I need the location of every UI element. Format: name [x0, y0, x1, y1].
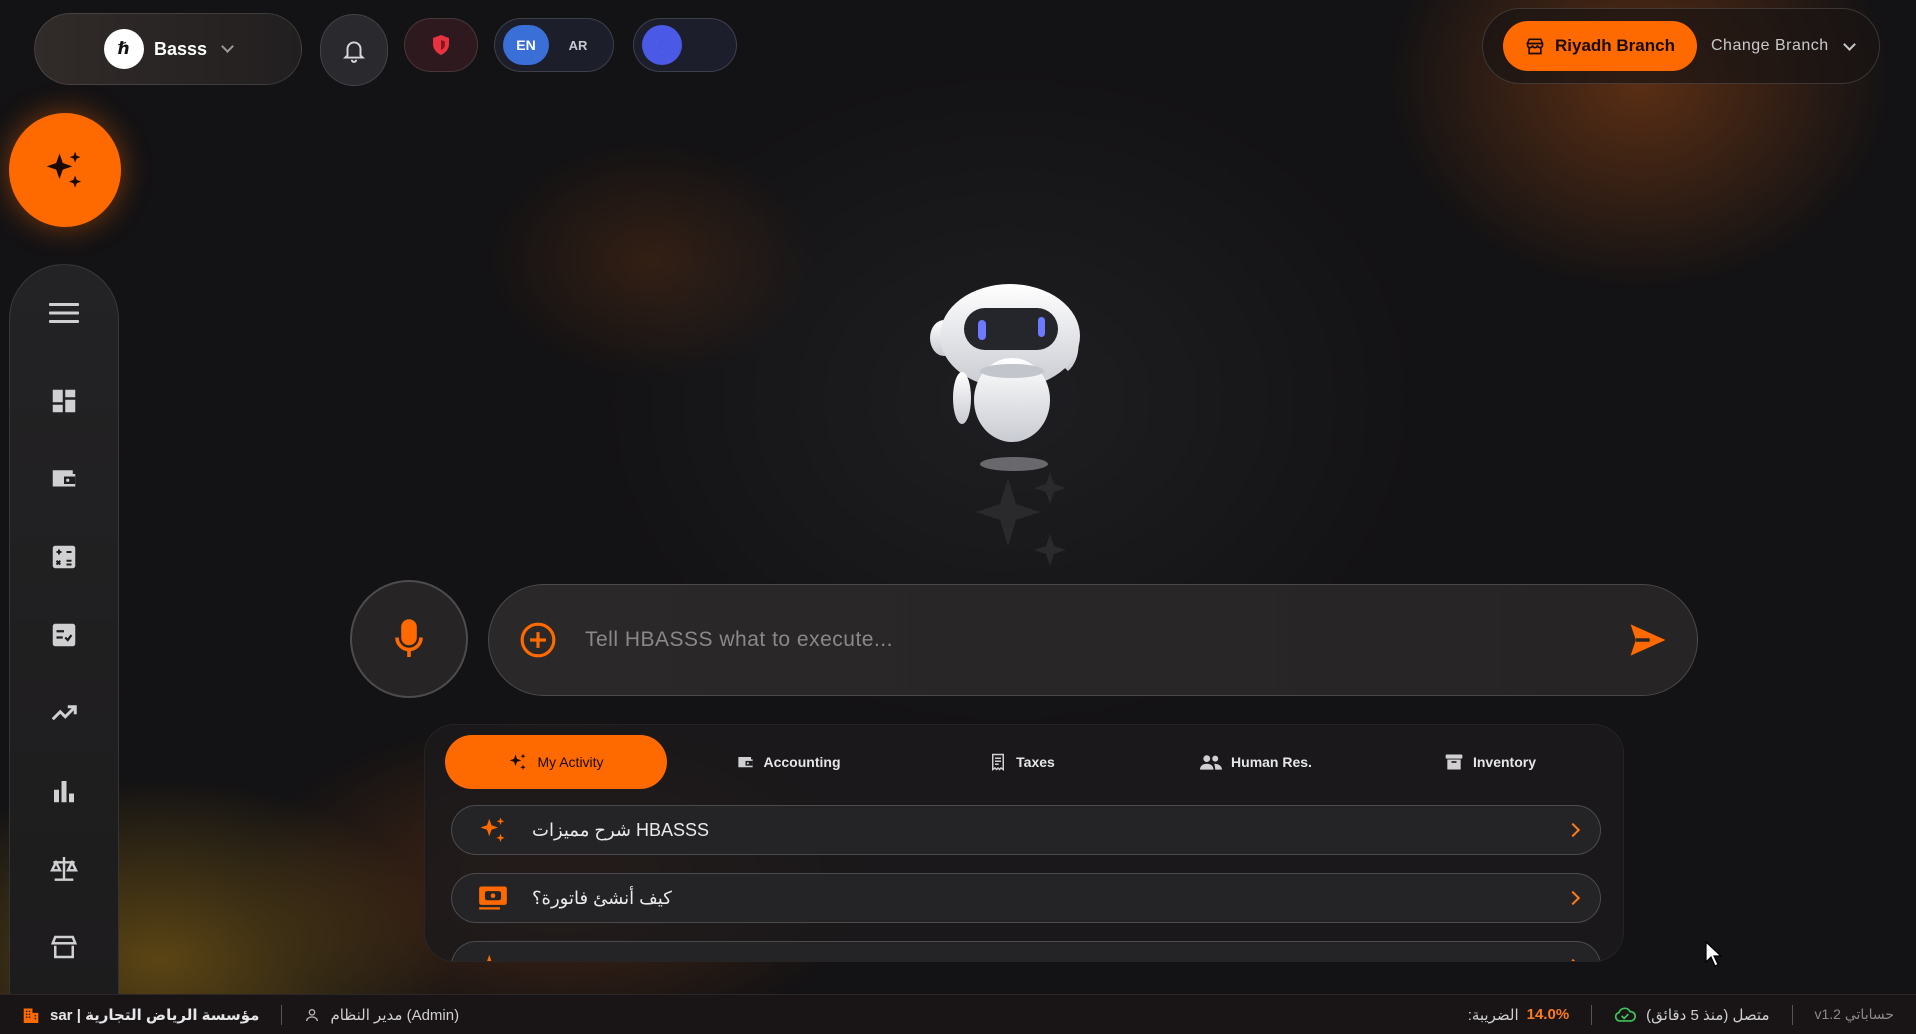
sidebar-item-menu[interactable] [10, 283, 118, 343]
store-icon [50, 935, 78, 959]
chevron-right-icon [1565, 822, 1581, 838]
cloud-check-icon [1615, 1006, 1637, 1022]
sidebar-item-dashboard[interactable] [10, 371, 118, 431]
chevron-down-icon [221, 40, 234, 53]
suggestion-item[interactable]: ... [451, 941, 1601, 962]
mouse-cursor-icon [1705, 940, 1723, 967]
wallet-icon [52, 470, 76, 487]
sparkle-watermark-icon [976, 472, 1066, 566]
sidebar-item-wallet[interactable] [10, 449, 118, 509]
theme-toggle[interactable] [633, 18, 737, 72]
status-bar: sar | مؤسسة الرياض التجارية مدير النظام … [0, 994, 1916, 1034]
archive-icon [1445, 754, 1463, 770]
suggestions-panel: My Activity Accounting Taxes Human Res. … [424, 724, 1624, 962]
invoice-icon [479, 886, 507, 910]
tab-label: My Activity [537, 754, 604, 770]
chevron-right-icon [1565, 890, 1581, 906]
menu-icon [49, 303, 79, 323]
branch-selector: Riyadh Branch Change Branch [1482, 8, 1880, 84]
suggestion-text: ... [532, 956, 1568, 962]
connection-status: متصل (منذ 5 دقائق) [1614, 1006, 1770, 1024]
add-circle-icon[interactable] [519, 621, 557, 659]
moon-icon [642, 25, 682, 65]
tab-label: Accounting [763, 754, 841, 770]
sidebar-item-reports[interactable] [10, 761, 118, 821]
calculator-icon [52, 545, 76, 569]
tab-label: Human Res. [1231, 754, 1312, 770]
divider [1591, 1004, 1593, 1025]
brand-name: Basss [153, 38, 208, 59]
sparkle-icon [46, 151, 82, 188]
sidebar-item-trends[interactable] [10, 683, 118, 743]
shield-icon [433, 35, 449, 55]
tab-my-activity[interactable]: My Activity [445, 735, 667, 789]
company-name: sar | مؤسسة الرياض التجارية [50, 1006, 260, 1024]
voice-input-button[interactable] [350, 580, 468, 698]
robot-mascot-icon [930, 284, 1080, 471]
tab-label: Taxes [1016, 754, 1055, 770]
language-toggle[interactable]: EN AR [494, 18, 614, 72]
ai-assistant-button[interactable] [9, 113, 121, 227]
trending-up-icon [51, 705, 77, 721]
sidebar [9, 264, 119, 1004]
people-icon [1200, 755, 1223, 770]
tax-info: :الضريبة 14.0% [1468, 1006, 1569, 1024]
divider [1791, 1004, 1793, 1025]
sidebar-item-legal[interactable] [10, 839, 118, 899]
brand-logo: ℏ [103, 29, 144, 69]
tab-label: Inventory [1472, 754, 1536, 770]
dashboard-icon [52, 389, 76, 413]
tax-value: 14.0% [1526, 1006, 1570, 1023]
tax-label: :الضريبة [1467, 1006, 1519, 1024]
chevron-right-icon [1565, 958, 1581, 961]
building-icon [23, 1007, 39, 1023]
bell-icon [342, 41, 366, 63]
divider [281, 1004, 283, 1025]
suggestion-item[interactable]: كيف أنشئ فاتورة؟ [451, 873, 1601, 923]
sidebar-item-tasks[interactable] [10, 605, 118, 665]
security-button[interactable] [404, 18, 478, 72]
receipt-icon [992, 753, 1005, 771]
sparkle-icon [480, 817, 505, 842]
user-info: مدير النظام (Admin) [304, 1006, 459, 1024]
tab-inventory[interactable]: Inventory [1373, 735, 1607, 789]
store-icon [1526, 38, 1544, 55]
app-version: v1.2 حساباتي [1814, 1006, 1895, 1022]
suggestion-text: كيف أنشئ فاتورة؟ [532, 887, 672, 908]
tab-accounting[interactable]: Accounting [671, 735, 905, 789]
sidebar-item-store[interactable] [10, 917, 118, 977]
suggestion-item[interactable]: شرح مميزات HBASSS [451, 805, 1601, 855]
lang-en-button[interactable]: EN [503, 25, 549, 65]
lang-ar-button[interactable]: AR [555, 38, 601, 53]
chevron-down-icon [1842, 37, 1856, 51]
wallet-icon [737, 756, 753, 767]
scale-icon [50, 857, 78, 881]
tab-taxes[interactable]: Taxes [905, 735, 1139, 789]
current-branch-label: Riyadh Branch [1555, 36, 1675, 55]
tab-human-resources[interactable]: Human Res. [1139, 735, 1373, 789]
sidebar-item-calculator[interactable] [10, 527, 118, 587]
send-icon[interactable] [1627, 621, 1669, 659]
account-switcher[interactable]: ℏ Basss [34, 13, 302, 85]
prompt-input[interactable] [585, 628, 1627, 652]
connection-text: متصل (منذ 5 دقائق) [1646, 1006, 1770, 1024]
suggestion-text: شرح مميزات HBASSS [532, 819, 710, 840]
change-branch-button[interactable]: Change Branch [1711, 37, 1856, 55]
sparkle-icon [487, 954, 492, 961]
user-role: مدير النظام (Admin) [330, 1006, 460, 1024]
microphone-icon [395, 619, 423, 657]
category-tabs: My Activity Accounting Taxes Human Res. … [445, 735, 1607, 789]
notifications-button[interactable] [320, 14, 388, 86]
sparkle-icon [510, 753, 527, 770]
prompt-bar [488, 584, 1698, 696]
change-branch-label: Change Branch [1711, 37, 1829, 54]
company-info: sar | مؤسسة الرياض التجارية [22, 1006, 259, 1024]
current-branch-button[interactable]: Riyadh Branch [1503, 21, 1697, 71]
checklist-icon [52, 623, 76, 647]
user-icon [306, 1008, 319, 1021]
bar-chart-icon [54, 781, 74, 803]
